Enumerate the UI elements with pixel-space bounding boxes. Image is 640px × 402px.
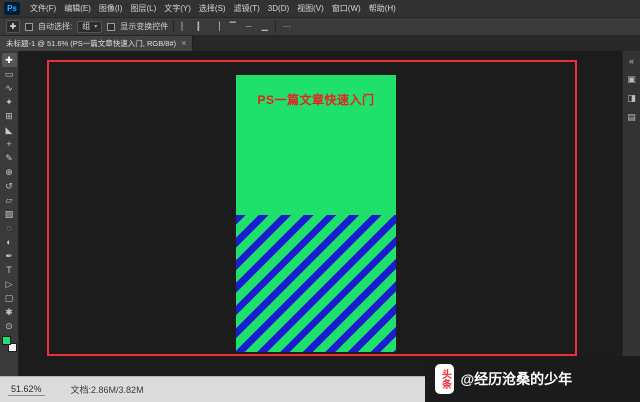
document-tab[interactable]: 未标题-1 @ 51.6% (PS一篇文章快速入门, RGB/8#) × bbox=[0, 36, 194, 51]
color-panel-icon[interactable]: ▣ bbox=[625, 73, 639, 86]
gradient-tool[interactable]: ▨ bbox=[2, 207, 17, 221]
tools-panel: ✚ ▭ ∿ ✦ ⊞ ◣ + ✎ ⊕ ↺ ▱ ▨ ◌ ◐ ✒ T ▷ ▢ ✱ ⊙ bbox=[0, 51, 19, 376]
auto-select-label: 自动选择: bbox=[38, 22, 73, 31]
photoshop-logo: Ps bbox=[4, 2, 20, 15]
zoom-level-field[interactable]: 51.62% bbox=[8, 383, 45, 396]
document-tab-bar: 未标题-1 @ 51.6% (PS一篇文章快速入门, RGB/8#) × bbox=[0, 36, 640, 51]
auto-select-dropdown[interactable]: 组 ▾ bbox=[77, 20, 103, 33]
auto-select-checkbox[interactable] bbox=[25, 22, 33, 31]
show-transform-label: 显示变换控件 bbox=[120, 22, 169, 31]
path-selection-tool[interactable]: ▷ bbox=[2, 277, 17, 291]
rectangular-marquee-tool[interactable]: ▭ bbox=[2, 67, 17, 81]
collapse-panels-icon[interactable]: « bbox=[625, 54, 639, 67]
panel-dock: « ▣ ◨ ▤ bbox=[622, 51, 640, 376]
move-tool[interactable]: ✚ bbox=[1, 53, 17, 67]
menu-item-file[interactable]: 文件(F) bbox=[26, 0, 60, 17]
clone-stamp-tool[interactable]: ⊕ bbox=[2, 165, 17, 179]
rectangle-tool[interactable]: ▢ bbox=[2, 291, 17, 305]
eraser-tool[interactable]: ▱ bbox=[2, 193, 17, 207]
document-tab-title: 未标题-1 @ 51.6% (PS一篇文章快速入门, RGB/8#) bbox=[6, 39, 177, 48]
color-swatches bbox=[1, 336, 17, 352]
blur-tool[interactable]: ◌ bbox=[2, 221, 17, 235]
diagonal-stripes-pattern bbox=[236, 215, 396, 352]
menu-item-layer[interactable]: 图层(L) bbox=[126, 0, 160, 17]
pen-tool[interactable]: ✒ bbox=[2, 249, 17, 263]
show-transform-checkbox[interactable] bbox=[107, 22, 116, 31]
options-bar: ✚ 自动选择: 组 ▾ 显示变换控件 ▏ ▎ ▕ ▔ ─ ▁ ⋯ bbox=[0, 18, 640, 36]
chevron-down-icon: ▾ bbox=[94, 24, 98, 30]
layers-panel-icon[interactable]: ▤ bbox=[625, 111, 639, 124]
healing-brush-tool[interactable]: + bbox=[2, 137, 17, 151]
align-left-icon[interactable]: ▏ bbox=[179, 21, 190, 33]
more-options-icon[interactable]: ⋯ bbox=[281, 21, 292, 33]
tool-preset-icon[interactable]: ✚ bbox=[6, 20, 20, 33]
poster-artwork: PS一篇文章快速入门 bbox=[236, 75, 396, 352]
align-bottom-icon[interactable]: ▁ bbox=[259, 21, 270, 33]
type-tool[interactable]: T bbox=[2, 263, 17, 277]
document-size-info: 文档:2.86M/3.82M bbox=[70, 385, 144, 395]
align-top-icon[interactable]: ▔ bbox=[227, 21, 238, 33]
menu-bar: Ps 文件(F) 编辑(E) 图像(I) 图层(L) 文字(Y) 选择(S) 滤… bbox=[0, 0, 640, 18]
menu-item-image[interactable]: 图像(I) bbox=[95, 0, 127, 17]
crop-tool[interactable]: ⊞ bbox=[2, 109, 17, 123]
foreground-color-swatch[interactable] bbox=[1, 336, 11, 345]
watermark: 头条 @经历沧桑的少年 bbox=[425, 356, 640, 402]
properties-panel-icon[interactable]: ◨ bbox=[625, 92, 639, 105]
align-hcenter-icon[interactable]: ▎ bbox=[195, 21, 206, 33]
align-right-icon[interactable]: ▕ bbox=[211, 21, 222, 33]
brush-tool[interactable]: ✎ bbox=[2, 151, 17, 165]
watermark-handle: @经历沧桑的少年 bbox=[460, 371, 573, 387]
history-brush-tool[interactable]: ↺ bbox=[2, 179, 17, 193]
menu-item-window[interactable]: 窗口(W) bbox=[328, 0, 365, 17]
canvas-area[interactable]: PS一篇文章快速入门 bbox=[19, 51, 622, 376]
separator bbox=[173, 20, 175, 33]
menu-item-help[interactable]: 帮助(H) bbox=[365, 0, 400, 17]
photoshop-window: Ps 文件(F) 编辑(E) 图像(I) 图层(L) 文字(Y) 选择(S) 滤… bbox=[0, 0, 640, 402]
menu-item-filter[interactable]: 滤镜(T) bbox=[230, 0, 264, 17]
menu-item-3d[interactable]: 3D(D) bbox=[264, 0, 293, 17]
eyedropper-tool[interactable]: ◣ bbox=[2, 123, 17, 137]
menu-item-select[interactable]: 选择(S) bbox=[195, 0, 230, 17]
zoom-tool[interactable]: ⊙ bbox=[2, 319, 17, 333]
dodge-tool[interactable]: ◐ bbox=[2, 235, 17, 249]
quick-selection-tool[interactable]: ✦ bbox=[2, 95, 17, 109]
close-icon[interactable]: × bbox=[181, 39, 186, 48]
poster-title: PS一篇文章快速入门 bbox=[257, 93, 375, 107]
separator bbox=[275, 20, 277, 33]
menu-item-edit[interactable]: 编辑(E) bbox=[60, 0, 95, 17]
toutiao-logo: 头条 bbox=[435, 364, 454, 394]
menu-item-type[interactable]: 文字(Y) bbox=[160, 0, 195, 17]
auto-select-value: 组 bbox=[82, 22, 91, 31]
workspace: ✚ ▭ ∿ ✦ ⊞ ◣ + ✎ ⊕ ↺ ▱ ▨ ◌ ◐ ✒ T ▷ ▢ ✱ ⊙ bbox=[0, 51, 640, 376]
hand-tool[interactable]: ✱ bbox=[2, 305, 17, 319]
menu-item-view[interactable]: 视图(V) bbox=[293, 0, 328, 17]
align-vcenter-icon[interactable]: ─ bbox=[243, 21, 254, 33]
lasso-tool[interactable]: ∿ bbox=[2, 81, 17, 95]
